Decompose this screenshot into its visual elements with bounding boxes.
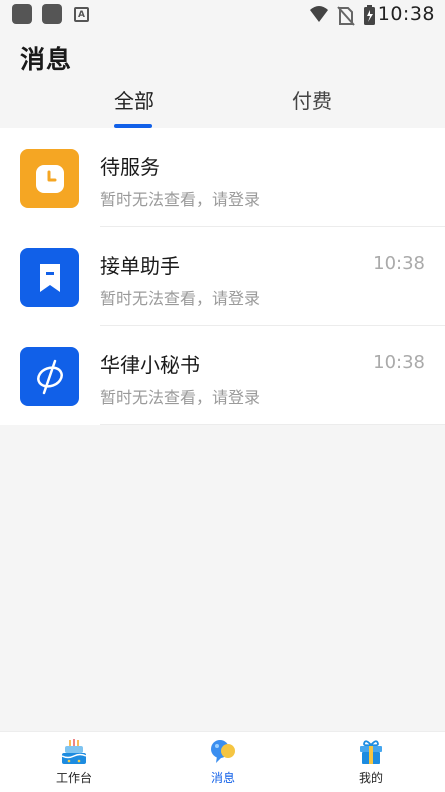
nav-workbench[interactable]: 工作台	[34, 738, 114, 786]
wifi-icon	[310, 6, 328, 22]
message-list: 待服务 暂时无法查看，请登录 接单助手 暂时无法查看，请登录 10:38 华律小…	[0, 128, 445, 425]
message-bubble-icon	[211, 740, 235, 763]
header: 消息 全部 付费	[0, 30, 445, 130]
nav-label: 消息	[210, 771, 235, 785]
message-title: 接单助手	[100, 254, 180, 278]
message-time: 10:38	[373, 352, 425, 373]
gift-icon	[360, 740, 382, 764]
message-item-pending-service[interactable]: 待服务 暂时无法查看，请登录	[0, 128, 445, 227]
tab-all[interactable]: 全部	[79, 85, 189, 114]
status-bar: A 10:38	[0, 0, 445, 30]
status-time: 10:38	[377, 3, 435, 25]
message-subtitle: 暂时无法查看，请登录	[100, 289, 261, 308]
message-subtitle: 暂时无法查看，请登录	[100, 388, 261, 407]
message-item-order-assistant[interactable]: 接单助手 暂时无法查看，请登录 10:38	[0, 227, 445, 326]
bottom-nav: 工作台 消息 我的	[0, 731, 445, 792]
message-title: 待服务	[100, 155, 160, 179]
message-subtitle: 暂时无法查看，请登录	[100, 190, 261, 209]
nav-label: 我的	[358, 771, 383, 785]
clock-icon	[20, 149, 79, 208]
no-sim-icon	[337, 6, 355, 26]
bookmark-icon	[20, 248, 79, 307]
app-icon	[12, 4, 32, 24]
message-title: 华律小秘书	[100, 353, 200, 377]
nav-mine[interactable]: 我的	[331, 738, 411, 786]
message-item-hualv-secretary[interactable]: 华律小秘书 暂时无法查看，请登录 10:38	[0, 326, 445, 425]
nav-messages[interactable]: 消息	[183, 738, 263, 786]
message-time: 10:38	[373, 253, 425, 274]
a-icon: A	[74, 7, 89, 22]
page-title: 消息	[20, 45, 73, 74]
workbench-cake-icon	[61, 739, 87, 764]
nav-label: 工作台	[55, 771, 92, 785]
divider	[100, 424, 445, 425]
huaelv-logo-icon	[20, 347, 79, 406]
battery-charging-icon	[364, 5, 375, 25]
tab-paid[interactable]: 付费	[257, 85, 367, 114]
app-icon	[42, 4, 62, 24]
